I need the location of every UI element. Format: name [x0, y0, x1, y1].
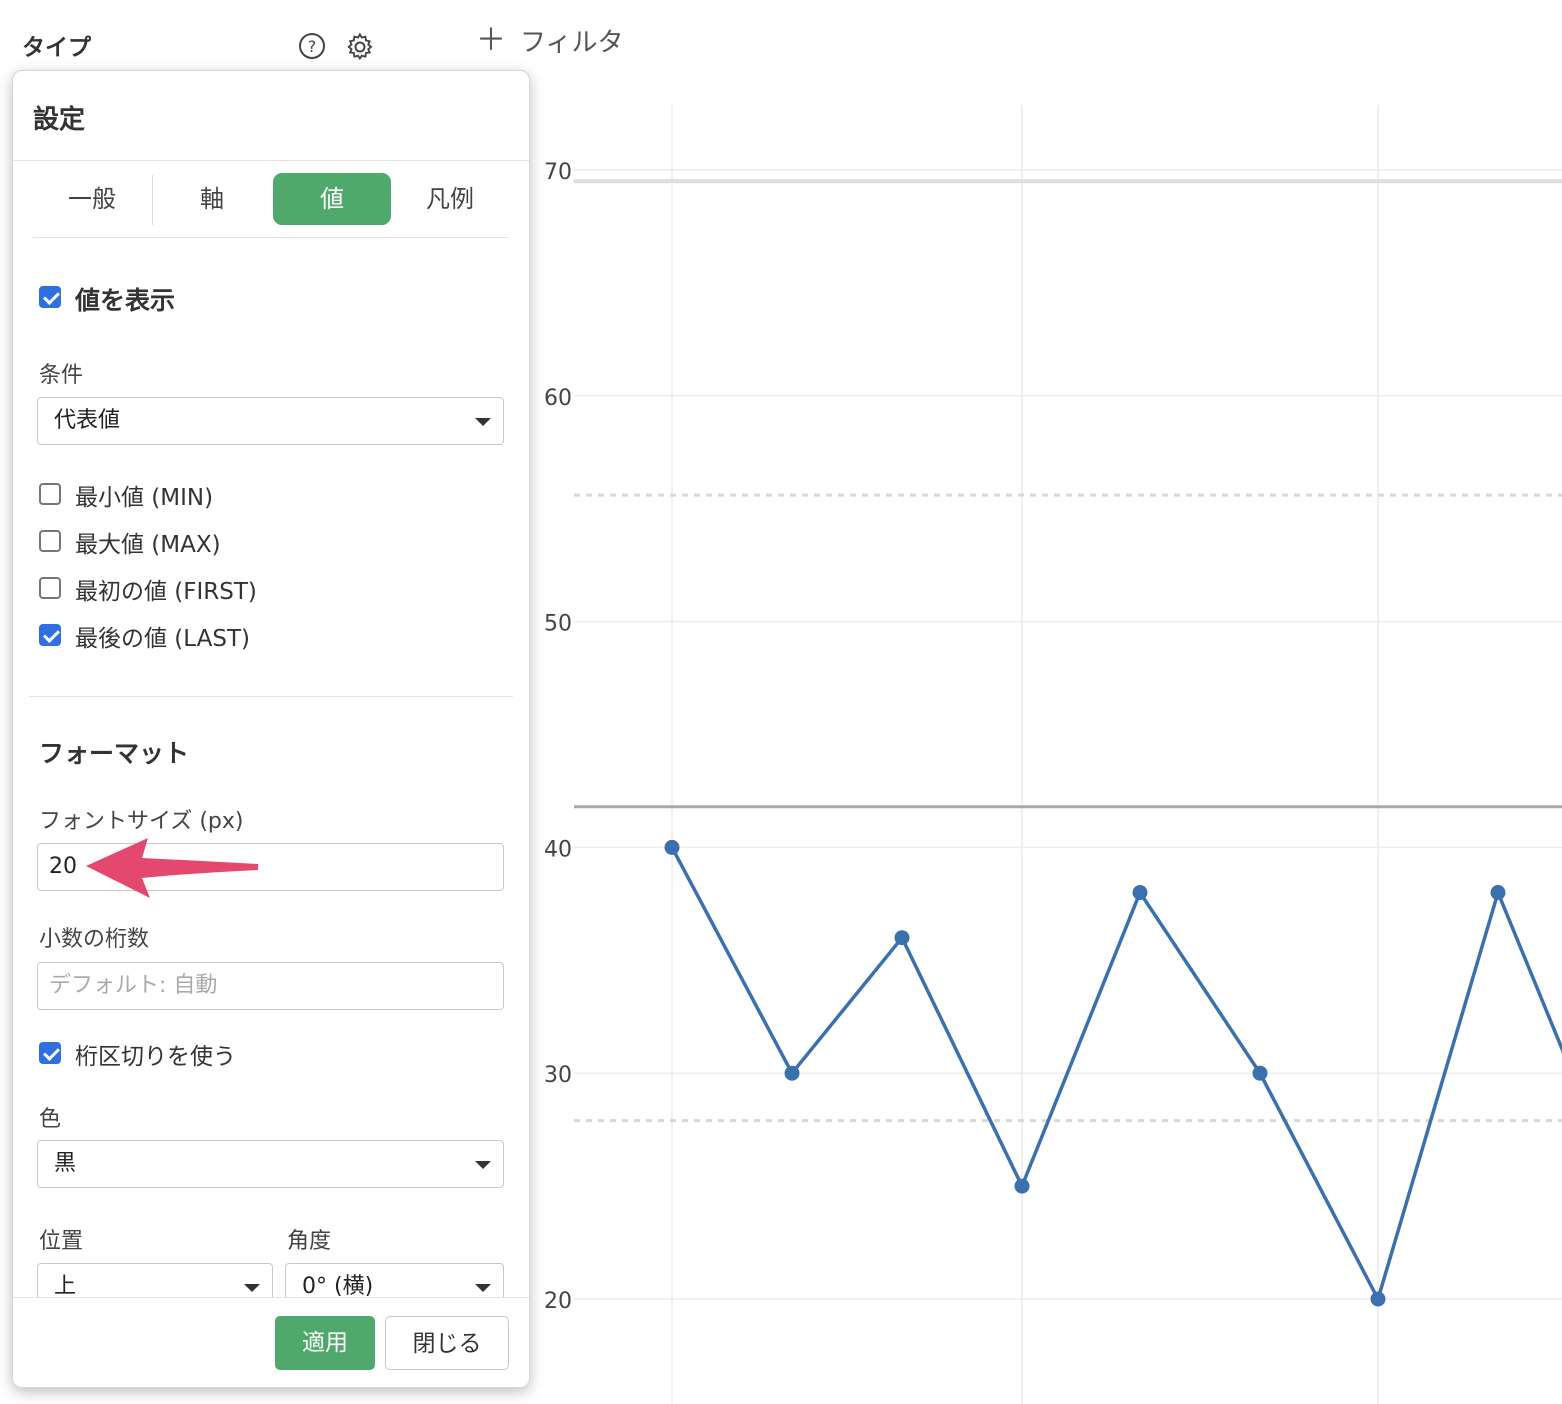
tab-axis[interactable]: 軸	[153, 173, 271, 225]
data-point	[1132, 885, 1148, 901]
min-label: 最小値 (MIN)	[75, 485, 214, 511]
color-label: 色	[39, 1107, 62, 1132]
data-point	[1370, 1291, 1386, 1307]
data-point	[1252, 1065, 1268, 1081]
angle-select-value: 0° (横)	[302, 1274, 374, 1297]
panel-title: 設定	[33, 105, 86, 135]
angle-label: 角度	[287, 1229, 332, 1254]
tab-values[interactable]: 値	[273, 173, 391, 225]
data-point	[894, 930, 910, 946]
decimals-placeholder: デフォルト: 自動	[49, 973, 218, 998]
format-title: フォーマット	[39, 739, 190, 768]
angle-select[interactable]: 0° (横)	[285, 1263, 504, 1297]
data-point	[1014, 1178, 1030, 1194]
position-select-value: 上	[54, 1274, 77, 1297]
tab-legend[interactable]: 凡例	[391, 173, 509, 225]
condition-select-value: 代表値	[54, 408, 121, 433]
data-point	[1490, 885, 1506, 901]
close-button[interactable]: 閉じる	[385, 1316, 509, 1370]
max-checkbox[interactable]	[39, 530, 61, 552]
caret-down-icon	[475, 1161, 491, 1169]
thousands-separator-label: 桁区切りを使う	[75, 1044, 236, 1070]
condition-select[interactable]: 代表値	[37, 397, 504, 445]
y-tick-label: 40	[544, 837, 572, 862]
tab-bar: 一般 軸 値 凡例	[33, 173, 509, 238]
last-checkbox[interactable]	[39, 624, 61, 646]
max-label: 最大値 (MAX)	[75, 532, 221, 558]
caret-down-icon	[244, 1284, 260, 1292]
color-select-value: 黒	[54, 1151, 77, 1176]
show-values-checkbox[interactable]	[39, 286, 61, 308]
data-point	[784, 1065, 800, 1081]
add-filter-button[interactable]: ＋ フィルタ	[476, 22, 623, 59]
min-checkbox[interactable]	[39, 483, 61, 505]
font-size-value: 20	[49, 854, 77, 879]
first-label: 最初の値 (FIRST)	[75, 579, 257, 605]
gear-icon[interactable]	[345, 32, 375, 62]
show-values-label: 値を表示	[75, 286, 176, 315]
y-tick-label: 20	[544, 1289, 572, 1314]
y-tick-label: 70	[544, 160, 572, 185]
condition-label: 条件	[39, 363, 84, 388]
add-filter-label: フィルタ	[520, 28, 624, 58]
caret-down-icon	[475, 1284, 491, 1292]
caret-down-icon	[475, 418, 491, 426]
last-label: 最後の値 (LAST)	[75, 626, 250, 652]
thousands-separator-checkbox[interactable]	[39, 1042, 61, 1064]
apply-button[interactable]: 適用	[275, 1316, 375, 1370]
tab-general[interactable]: 一般	[33, 173, 151, 225]
font-size-label: フォントサイズ (px)	[39, 809, 244, 834]
plus-icon: ＋	[476, 22, 506, 58]
settings-scroll-area: 値を表示 条件 代表値 最小値 (MIN) 最大値 (MAX) 最初の値 (FI…	[13, 241, 529, 1297]
first-checkbox[interactable]	[39, 577, 61, 599]
y-tick-label: 60	[544, 386, 572, 411]
annotation-arrow-icon	[86, 838, 258, 898]
panel-footer: 適用 閉じる	[13, 1297, 529, 1387]
color-select[interactable]: 黒	[37, 1140, 504, 1188]
position-select[interactable]: 上	[37, 1263, 273, 1297]
y-tick-label: 50	[544, 612, 572, 637]
section-divider	[29, 696, 513, 697]
help-icon[interactable]: ?	[298, 32, 326, 60]
divider	[13, 160, 529, 161]
decimals-label: 小数の桁数	[39, 927, 150, 952]
data-point	[664, 839, 680, 855]
settings-panel: 設定 一般 軸 値 凡例 値を表示 条件 代表値 最小値 (MIN) 最大値 (…	[12, 70, 530, 1388]
y-tick-label: 30	[544, 1063, 572, 1088]
position-label: 位置	[39, 1229, 84, 1254]
type-label: タイプ	[22, 35, 91, 61]
svg-text:?: ?	[308, 37, 317, 56]
decimals-input[interactable]: デフォルト: 自動	[37, 962, 504, 1010]
